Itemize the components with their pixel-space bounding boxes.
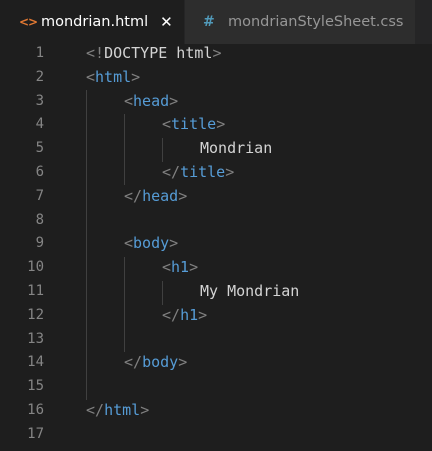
line-number: 7 [35, 187, 44, 204]
line-number: 13 [27, 330, 44, 347]
line-number: 2 [35, 68, 44, 85]
tab-mondrian-stylesheet-css[interactable]: # mondrianStyleSheet.css [185, 0, 415, 44]
tag-name: head [133, 91, 170, 110]
code-line: <!DOCTYPE html> [86, 42, 432, 66]
bracket: </ [162, 162, 181, 181]
bracket: < [124, 91, 134, 110]
code-line: <title> [86, 113, 432, 137]
line-number: 14 [27, 354, 44, 371]
bracket: > [178, 186, 188, 205]
code-line: </h1> [86, 304, 432, 328]
tab-mondrian-html[interactable]: <> mondrian.html ✕ [0, 0, 184, 44]
line-number: 15 [27, 378, 44, 395]
code-area[interactable]: <!DOCTYPE html> <html> <head> <title> Mo… [86, 42, 432, 447]
close-icon[interactable]: ✕ [160, 13, 173, 31]
bracket: > [178, 353, 188, 372]
code-line: </html> [86, 399, 432, 423]
bracket: > [225, 162, 235, 181]
tag-name: html [95, 67, 132, 86]
tab-bar: <> mondrian.html ✕ # mondrianStyleSheet.… [0, 0, 432, 44]
code-line: <body> [86, 232, 432, 256]
bracket: < [162, 115, 172, 134]
bracket: </ [124, 353, 143, 372]
line-number: 1 [35, 45, 44, 61]
bracket: <! [86, 44, 105, 62]
line-number: 4 [35, 116, 44, 133]
code-line: My Mondrian [86, 280, 432, 304]
line-number: 9 [35, 235, 44, 252]
tab-label: mondrian.html [41, 14, 149, 30]
line-number: 11 [27, 282, 44, 299]
line-number: 8 [35, 211, 44, 228]
code-line: <h1> [86, 256, 432, 280]
bracket: > [212, 44, 222, 62]
text-content: My Mondrian [200, 281, 300, 300]
css-file-icon: # [203, 14, 215, 30]
bracket: > [169, 234, 179, 253]
tag-name: body [133, 234, 170, 253]
doctype-text: DOCTYPE html [104, 44, 213, 62]
tag-name: body [142, 353, 179, 372]
bracket: < [86, 67, 96, 86]
bracket: </ [86, 400, 105, 419]
code-line: <head> [86, 90, 432, 114]
line-number: 16 [27, 401, 44, 418]
tag-name: title [171, 115, 217, 134]
tag-name: h1 [180, 305, 199, 324]
code-line: </title> [86, 161, 432, 185]
code-line: <html> [86, 66, 432, 90]
line-number-gutter: 1 2 3 4 5 6 7 8 9 10 11 12 13 14 15 16 1… [0, 42, 60, 447]
bracket: > [216, 115, 226, 134]
line-number: 12 [27, 306, 44, 323]
tag-name: h1 [171, 258, 190, 277]
tag-name: title [180, 162, 226, 181]
tag-name: head [142, 186, 179, 205]
line-number: 5 [35, 140, 44, 157]
text-content: Mondrian [200, 139, 273, 158]
line-number: 17 [27, 425, 44, 442]
bracket: > [169, 91, 179, 110]
line-number: 10 [27, 259, 44, 276]
line-number: 3 [35, 92, 44, 109]
html-file-icon: <> [19, 15, 38, 29]
code-line: </body> [86, 351, 432, 375]
line-number: 6 [35, 163, 44, 180]
tag-name: html [104, 400, 141, 419]
code-line: Mondrian [86, 137, 432, 161]
bracket: </ [162, 305, 181, 324]
bracket: > [131, 67, 141, 86]
code-editor[interactable]: <> mondrian.html ✕ # mondrianStyleSheet.… [0, 0, 432, 451]
bracket: </ [124, 186, 143, 205]
code-line: </head> [86, 185, 432, 209]
bracket: < [124, 234, 134, 253]
bracket: > [140, 400, 150, 419]
bracket: > [198, 305, 208, 324]
bracket: > [189, 258, 199, 277]
bracket: < [162, 258, 172, 277]
tab-label: mondrianStyleSheet.css [228, 14, 404, 30]
